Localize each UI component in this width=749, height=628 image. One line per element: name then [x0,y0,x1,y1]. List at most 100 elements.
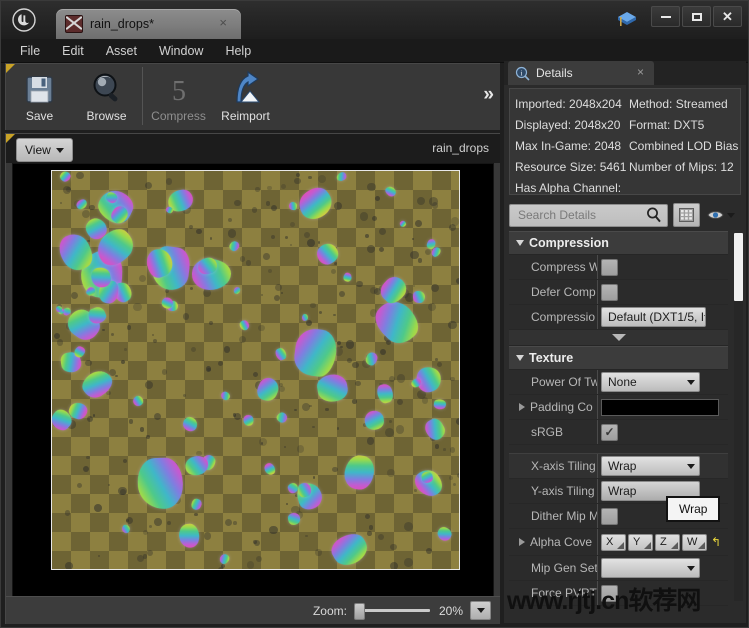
dropdown-power-of-two-mode[interactable]: None [601,372,700,392]
menu-item-window[interactable]: Window [148,41,214,61]
raindrop-blob [342,272,352,283]
menu-item-help[interactable]: Help [214,41,262,61]
close-icon[interactable]: × [219,16,227,30]
property-row-defer-compression[interactable]: Defer Comp [509,280,728,305]
property-row-alpha-coverage-thresholds[interactable]: Alpha Cove X Y Z W ↰ [509,529,728,556]
property-label-wrapper[interactable]: Padding Co [509,400,597,414]
column-splitter[interactable] [597,454,598,478]
close-icon[interactable]: × [637,65,644,79]
column-splitter[interactable] [597,420,598,444]
minimize-button[interactable] [651,6,680,27]
properties-scroll-area[interactable]: Compression Compress W Defer Comp Compre… [509,231,741,623]
category-header-texture[interactable]: Texture [509,346,728,370]
column-splitter[interactable] [597,280,598,304]
texture-speckle [255,187,260,192]
reimport-button[interactable]: Reimport [212,64,279,127]
dropdown-x-axis-tiling[interactable]: Wrap [601,456,700,476]
view-menu-button[interactable]: View [16,138,73,162]
vector-input-z[interactable]: Z [655,533,680,551]
view-menu-label: View [25,143,51,157]
property-row-compression-settings[interactable]: Compressio Default (DXT1/5, I [509,305,728,330]
details-scrollbar[interactable] [734,233,743,601]
texture-speckle [108,369,116,377]
asset-tab-rain-drops[interactable]: rain_drops* × [56,9,241,39]
texture-speckle [190,346,197,353]
texture-speckle [205,366,212,372]
display-options-button[interactable] [673,203,700,227]
reimport-arrow-icon [228,69,264,108]
reset-to-default-icon[interactable]: ↰ [711,536,721,548]
column-splitter[interactable] [597,370,598,394]
property-row-srgb[interactable]: sRGB ✓ [509,420,728,445]
menu-item-asset[interactable]: Asset [95,41,148,61]
texture-speckle [89,204,95,211]
column-splitter[interactable] [597,305,598,329]
vector-input-x[interactable]: X [601,533,626,551]
checkbox-compress-without-alpha[interactable] [601,258,618,276]
viewport-corner-marker [6,134,15,143]
column-splitter[interactable] [597,556,598,580]
menu-item-edit[interactable]: Edit [51,41,95,61]
texture-canvas[interactable] [12,163,494,597]
checkbox-defer-compression[interactable] [601,283,618,301]
menu-item-file[interactable]: File [9,41,51,61]
property-row-power-of-two-mode[interactable]: Power Of Tw None [509,370,728,395]
vector-input-y[interactable]: Y [628,533,653,551]
zoom-slider-thumb[interactable] [353,603,365,620]
raindrop-blob [227,239,242,253]
info-row: Displayed: 2048x20 Format: DXT5 [515,114,740,135]
raindrop-blob [327,528,373,569]
category-header-compression[interactable]: Compression [509,231,728,255]
toolbar-overflow-button[interactable]: » [483,84,493,106]
column-splitter[interactable] [597,255,598,279]
texture-speckle [378,533,385,540]
tab-details[interactable]: i Details × [508,61,654,85]
texture-speckle [346,357,352,363]
property-row-compress-without-alpha[interactable]: Compress W [509,255,728,280]
texture-speckle [71,291,79,299]
maximize-button[interactable] [682,6,711,27]
texture-speckle [306,319,313,326]
browse-button[interactable]: Browse [73,64,140,127]
column-splitter[interactable] [597,581,598,605]
column-splitter[interactable] [597,529,598,555]
zoom-label: Zoom: [312,603,347,618]
color-picker-padding-color[interactable] [601,398,719,416]
texture-speckle [271,204,278,211]
column-splitter[interactable] [597,479,598,503]
column-splitter[interactable] [597,395,598,419]
raindrop-blob [262,461,277,477]
search-input-wrapper[interactable] [509,203,668,227]
dropdown-mip-gen-settings[interactable] [601,558,700,578]
texture-editor-window: rain_drops* × ✕ File Edit Asset Window H… [0,0,749,628]
save-button[interactable]: Save [6,64,73,127]
zoom-slider[interactable] [353,603,430,620]
property-label-wrapper[interactable]: Alpha Cove [509,535,597,549]
visibility-options-button[interactable] [707,209,735,221]
texture-speckle [153,413,161,421]
show-advanced-compression-button[interactable] [509,330,728,346]
chevron-right-icon[interactable] [519,403,525,411]
checkbox-dither-mip-map-alpha[interactable] [601,507,618,525]
texture-speckle [436,361,442,367]
close-button[interactable]: ✕ [713,6,742,27]
asset-tab-label: rain_drops* [90,17,154,31]
zoom-value: 20% [438,603,463,618]
dropdown-compression-settings[interactable]: Default (DXT1/5, I [601,307,706,327]
compress-button[interactable]: 5 Compress [145,64,212,127]
zoom-options-button[interactable] [470,601,491,620]
vector-input-w[interactable]: W [682,533,707,551]
property-row-padding-color[interactable]: Padding Co [509,395,728,420]
search-input[interactable] [516,207,644,223]
scrollbar-thumb[interactable] [734,233,743,301]
checkbox-srgb[interactable]: ✓ [601,423,618,441]
texture-speckle [203,289,212,298]
property-row-force-pvrtc4[interactable]: Force PVRT [509,581,728,606]
checkbox-force-pvrtc4[interactable] [601,584,618,602]
chevron-right-icon[interactable] [519,538,525,546]
texture-speckle [367,437,375,445]
column-splitter[interactable] [597,504,598,528]
texture-speckle [453,483,457,487]
property-row-x-axis-tiling[interactable]: X-axis Tiling Wrap [509,454,728,479]
property-row-mip-gen-settings[interactable]: Mip Gen Set [509,556,728,581]
